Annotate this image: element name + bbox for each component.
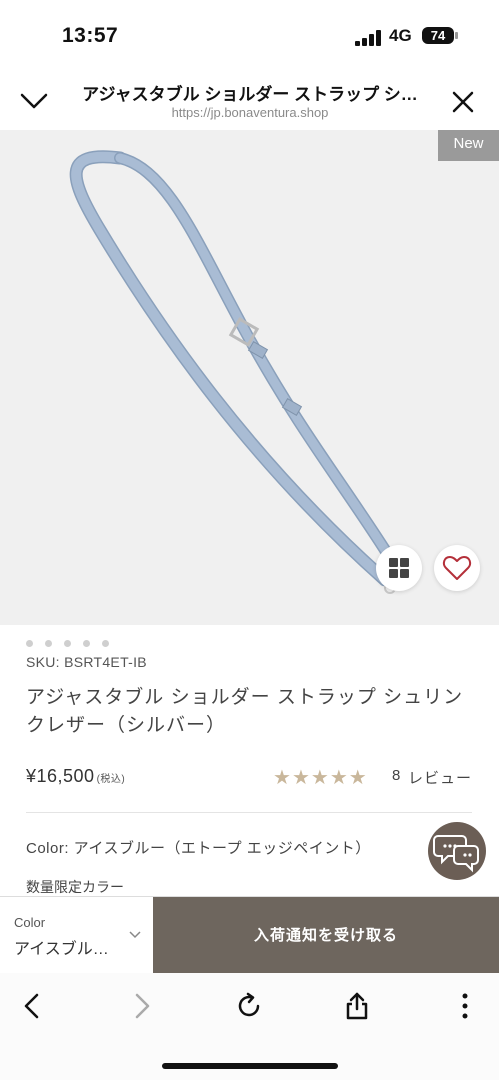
pagination-dot[interactable] xyxy=(64,640,71,647)
share-icon[interactable] xyxy=(342,991,372,1021)
star-icon: ★ xyxy=(291,767,311,789)
restock-notify-button[interactable]: 入荷通知を受け取る xyxy=(153,897,499,974)
chevron-down-icon xyxy=(129,931,141,939)
review-count[interactable]: 8 xyxy=(392,767,400,784)
price-value: ¥16,500 xyxy=(26,766,95,786)
star-icon: ★ xyxy=(310,767,330,789)
page-url: https://jp.bonaventura.shop xyxy=(171,105,329,120)
limited-label: 数量限定カラー xyxy=(26,879,124,895)
back-arrow-icon[interactable] xyxy=(18,991,48,1021)
home-indicator xyxy=(162,1063,338,1069)
favorite-button[interactable] xyxy=(434,545,480,591)
heart-icon xyxy=(442,556,472,580)
color-select[interactable]: Color アイスブル… xyxy=(0,897,154,974)
tax-label: (税込) xyxy=(96,774,126,785)
image-pagination-dots[interactable] xyxy=(26,634,121,647)
star-icon: ★ xyxy=(329,767,349,789)
new-badge: New xyxy=(438,130,499,161)
more-menu-icon[interactable] xyxy=(450,991,480,1021)
product-sku: SKU: BSRT4ET-IB xyxy=(26,654,147,670)
chevron-down-icon[interactable] xyxy=(18,88,50,114)
star-icon: ★ xyxy=(348,767,368,789)
rating-stars[interactable]: ★★★★★ xyxy=(273,765,368,790)
cellular-signal-icon xyxy=(355,30,381,46)
product-name: アジャスタブル ショルダー ストラップ シュリンクレザー（シルバー） xyxy=(26,687,464,736)
battery-icon: 74 xyxy=(422,27,458,44)
chat-button[interactable] xyxy=(428,822,486,880)
forward-arrow-icon[interactable] xyxy=(126,991,156,1021)
network-type: 4G xyxy=(389,26,412,45)
browser-header: アジャスタブル ショルダー ストラップ シ… https://jp.bonave… xyxy=(0,70,499,131)
product-image[interactable]: New xyxy=(0,130,499,625)
product-price: ¥16,500 (税込) xyxy=(26,766,125,787)
strap-photo xyxy=(69,150,396,594)
pagination-dot[interactable] xyxy=(83,640,90,647)
chat-bubbles-icon xyxy=(433,835,479,873)
grid-icon xyxy=(389,558,409,578)
star-icon: ★ xyxy=(273,767,292,789)
pagination-dot[interactable] xyxy=(102,640,109,647)
divider xyxy=(26,812,472,813)
status-bar: 13:57 4G 74 xyxy=(0,0,499,70)
purchase-bar: Color アイスブル… 入荷通知を受け取る xyxy=(0,896,499,974)
pagination-dot[interactable] xyxy=(45,640,52,647)
review-link[interactable]: レビュー xyxy=(408,767,472,788)
gallery-grid-button[interactable] xyxy=(376,545,422,591)
close-icon[interactable] xyxy=(448,87,478,117)
product-color: Color: アイスブルー（エトープ エッジペイント） xyxy=(26,840,371,857)
battery-level: 74 xyxy=(430,28,446,43)
page-title: アジャスタブル ショルダー ストラップ シ… xyxy=(82,85,418,104)
pagination-dot[interactable] xyxy=(26,640,33,647)
color-select-label: Color xyxy=(14,915,46,930)
reload-icon[interactable] xyxy=(234,991,264,1021)
color-select-value: アイスブル… xyxy=(14,941,109,958)
status-time: 13:57 xyxy=(62,24,119,47)
browser-toolbar xyxy=(0,973,499,1080)
